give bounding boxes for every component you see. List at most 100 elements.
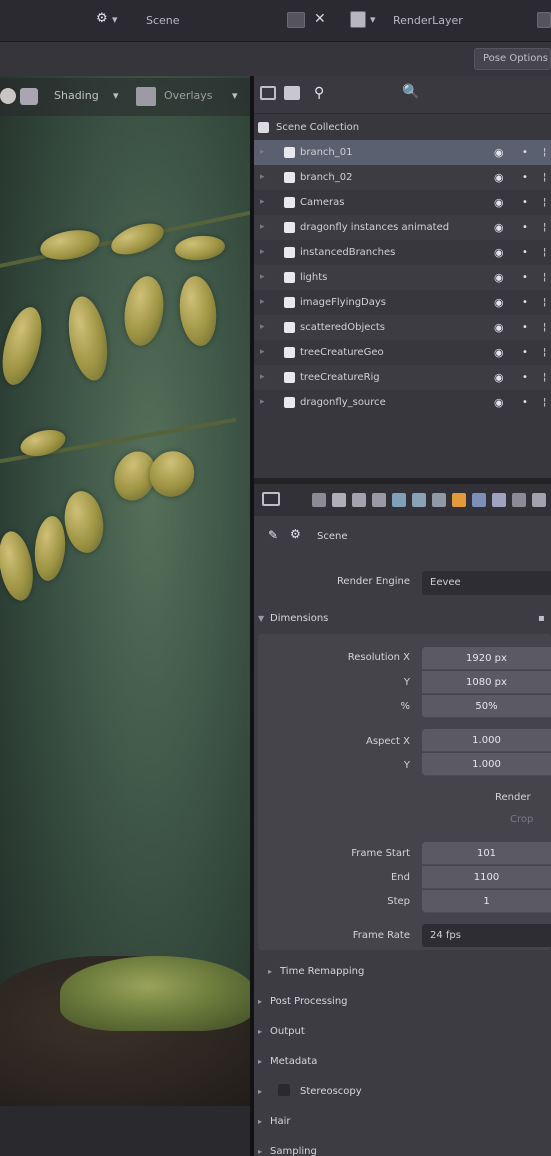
render-toggle-icon[interactable]: • — [522, 165, 528, 190]
display-mode-icon[interactable] — [284, 86, 300, 100]
properties-editor-type-icon[interactable] — [262, 492, 280, 506]
render-layer-icon[interactable] — [350, 11, 366, 28]
selectable-toggle-icon[interactable]: ¦ — [543, 240, 546, 265]
output-panel-header[interactable]: ▸ Output — [258, 1019, 551, 1045]
modifier-tab-icon[interactable] — [472, 493, 486, 507]
resolution-y-field[interactable]: 1080 px — [422, 671, 551, 694]
visibility-eye-icon[interactable]: ◉ — [494, 240, 504, 265]
hair-panel-header[interactable]: ▸ Hair — [258, 1109, 551, 1135]
collection-tab-icon[interactable] — [432, 493, 446, 507]
overlays-dropdown-arrow[interactable]: ▾ — [232, 89, 238, 102]
disclosure-triangle-icon[interactable]: ▸ — [260, 290, 265, 315]
dimensions-panel-header[interactable]: ▼ Dimensions ▪ — [258, 606, 551, 632]
visibility-eye-icon[interactable]: ◉ — [494, 290, 504, 315]
visibility-eye-icon[interactable]: ◉ — [494, 215, 504, 240]
selectable-toggle-icon[interactable]: ¦ — [543, 390, 546, 415]
scene-tab-icon[interactable] — [392, 493, 406, 507]
visibility-eye-icon[interactable]: ◉ — [494, 365, 504, 390]
world-tab-icon[interactable] — [412, 493, 426, 507]
object-tab-icon[interactable] — [452, 493, 466, 507]
disclosure-triangle-icon[interactable]: ▸ — [260, 365, 265, 390]
output-tab-icon[interactable] — [352, 493, 366, 507]
constraints-tab-icon[interactable] — [532, 493, 546, 507]
render-layer-selector-label[interactable]: RenderLayer — [393, 14, 463, 27]
visibility-eye-icon[interactable]: ◉ — [494, 140, 504, 165]
selectable-toggle-icon[interactable]: ¦ — [543, 265, 546, 290]
aspect-y-field[interactable]: 1.000 — [422, 753, 551, 776]
outliner-row[interactable]: ▸ branch_01 ◉ • ¦ — [254, 140, 551, 165]
outliner-collection-row[interactable]: Scene Collection — [254, 115, 551, 140]
outliner-row[interactable]: ▸ treeCreatureGeo ◉ • ¦ — [254, 340, 551, 365]
layer-dropdown-arrow[interactable]: ▾ — [370, 13, 376, 26]
material-preview-icon[interactable] — [20, 88, 38, 105]
frame-step-field[interactable]: 1 — [422, 890, 551, 913]
overlays-icon[interactable] — [136, 87, 156, 106]
view-layer-tab-icon[interactable] — [372, 493, 386, 507]
particles-tab-icon[interactable] — [492, 493, 506, 507]
selectable-toggle-icon[interactable]: ¦ — [543, 365, 546, 390]
selectable-toggle-icon[interactable]: ¦ — [543, 190, 546, 215]
disclosure-triangle-icon[interactable]: ▸ — [260, 140, 265, 165]
outliner-row[interactable]: ▸ branch_02 ◉ • ¦ — [254, 165, 551, 190]
disclosure-triangle-icon[interactable]: ▸ — [260, 340, 265, 365]
post-processing-panel-header[interactable]: ▸ Post Processing — [258, 989, 551, 1015]
editor-type-icon[interactable] — [260, 86, 276, 100]
physics-tab-icon[interactable] — [512, 493, 526, 507]
render-toggle-icon[interactable]: • — [522, 390, 528, 415]
resolution-percentage-field[interactable]: 50% — [422, 695, 551, 718]
outliner-row[interactable]: ▸ dragonfly instances animated ◉ • ¦ — [254, 215, 551, 240]
selectable-toggle-icon[interactable]: ¦ — [543, 315, 546, 340]
pose-options-button[interactable]: Pose Options — [474, 48, 551, 70]
render-toggle-icon[interactable]: • — [522, 265, 528, 290]
scene-browse-icon[interactable] — [287, 12, 305, 28]
render-toggle-icon[interactable]: • — [522, 240, 528, 265]
shading-menu[interactable]: Shading — [54, 89, 99, 102]
disclosure-triangle-icon[interactable]: ▸ — [260, 190, 265, 215]
shading-dropdown-arrow[interactable]: ▾ — [113, 89, 119, 102]
scene-dropdown-arrow[interactable]: ▾ — [112, 13, 118, 26]
disclosure-triangle-icon[interactable]: ▸ — [260, 390, 265, 415]
disclosure-triangle-icon[interactable]: ▸ — [260, 215, 265, 240]
selectable-toggle-icon[interactable]: ¦ — [543, 340, 546, 365]
stereoscopy-panel-header[interactable]: ▸ Stereoscopy — [258, 1079, 551, 1105]
presets-icon[interactable]: ▪ — [538, 606, 545, 632]
selectable-toggle-icon[interactable]: ¦ — [543, 140, 546, 165]
render-toggle-icon[interactable]: • — [522, 290, 528, 315]
selectable-toggle-icon[interactable]: ¦ — [543, 290, 546, 315]
visibility-eye-icon[interactable]: ◉ — [494, 390, 504, 415]
search-icon[interactable]: 🔍 — [402, 85, 419, 99]
visibility-eye-icon[interactable]: ◉ — [494, 165, 504, 190]
outliner-row[interactable]: ▸ lights ◉ • ¦ — [254, 265, 551, 290]
filter-icon[interactable]: ⚲ — [314, 86, 324, 100]
frame-rate-dropdown[interactable]: 24 fps — [422, 924, 551, 947]
outliner-row[interactable]: ▸ Cameras ◉ • ¦ — [254, 190, 551, 215]
aspect-x-field[interactable]: 1.000 — [422, 729, 551, 752]
disclosure-triangle-icon[interactable]: ▸ — [260, 240, 265, 265]
outliner-row[interactable]: ▸ scatteredObjects ◉ • ¦ — [254, 315, 551, 340]
visibility-eye-icon[interactable]: ◉ — [494, 340, 504, 365]
resolution-x-field[interactable]: 1920 px — [422, 647, 551, 670]
scene-icon[interactable]: ⚙ — [96, 12, 110, 26]
render-toggle-icon[interactable]: • — [522, 140, 528, 165]
outliner-row[interactable]: ▸ dragonfly_source ◉ • ¦ — [254, 390, 551, 415]
disclosure-triangle-icon[interactable]: ▸ — [260, 265, 265, 290]
layer-browse-icon[interactable] — [537, 12, 551, 28]
render-toggle-icon[interactable]: • — [522, 365, 528, 390]
time-remapping-panel-header[interactable]: ▸ Time Remapping — [268, 959, 551, 985]
shading-sphere-icon[interactable] — [0, 88, 16, 104]
pin-icon[interactable]: ✎ — [268, 528, 278, 542]
overlays-menu[interactable]: Overlays — [164, 89, 213, 102]
selectable-toggle-icon[interactable]: ¦ — [543, 215, 546, 240]
outliner-row[interactable]: ▸ imageFlyingDays ◉ • ¦ — [254, 290, 551, 315]
stereoscopy-checkbox[interactable] — [278, 1084, 290, 1096]
frame-start-field[interactable]: 101 — [422, 842, 551, 865]
render-toggle-icon[interactable]: • — [522, 215, 528, 240]
sampling-panel-header[interactable]: ▸ Sampling — [258, 1139, 551, 1156]
render-tab-icon[interactable] — [332, 493, 346, 507]
render-engine-dropdown[interactable]: Eevee — [422, 571, 551, 595]
outliner-row[interactable]: ▸ instancedBranches ◉ • ¦ — [254, 240, 551, 265]
metadata-panel-header[interactable]: ▸ Metadata — [258, 1049, 551, 1075]
frame-end-field[interactable]: 1100 — [422, 866, 551, 889]
3d-viewport[interactable] — [0, 76, 250, 1106]
visibility-eye-icon[interactable]: ◉ — [494, 315, 504, 340]
